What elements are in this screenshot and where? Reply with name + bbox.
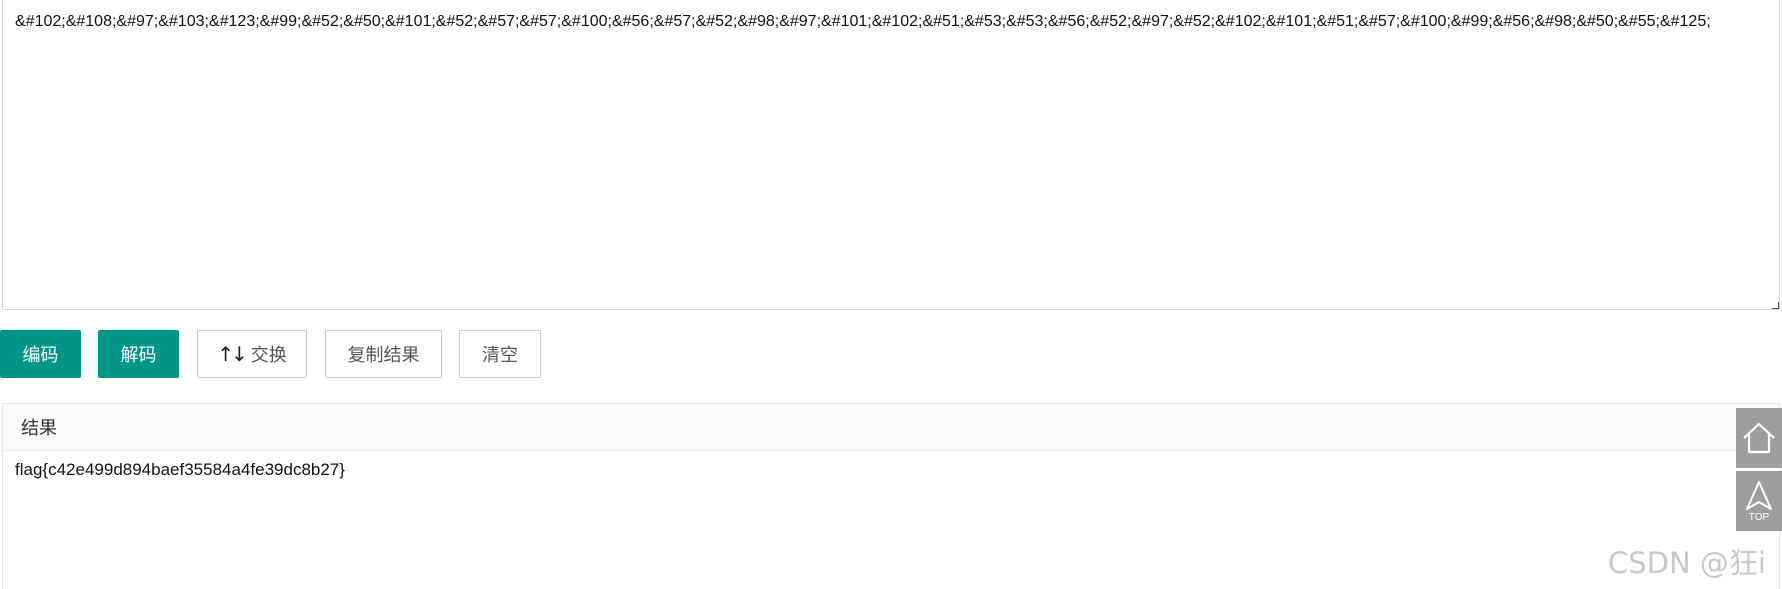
back-to-top-icon: TOP xyxy=(1746,481,1772,523)
swap-arrows-icon: ↑↓ xyxy=(217,342,247,366)
clear-button[interactable]: 清空 xyxy=(459,330,541,378)
side-tools: TOP xyxy=(1736,408,1782,531)
result-header: 结果 xyxy=(3,404,1779,451)
encode-button-label: 编码 xyxy=(22,345,59,365)
decode-button[interactable]: 解码 xyxy=(98,330,179,378)
swap-button[interactable]: ↑↓ 交换 xyxy=(197,330,307,378)
encode-button[interactable]: 编码 xyxy=(0,330,81,378)
watermark: CSDN @狂i xyxy=(1608,546,1766,580)
page: &#102;&#108;&#97;&#103;&#123;&#99;&#52;&… xyxy=(0,0,1782,589)
result-text: flag{c42e499d894baef35584a4fe39dc8b27} xyxy=(15,460,345,479)
home-icon xyxy=(1743,422,1775,454)
back-to-top-button[interactable]: TOP xyxy=(1736,471,1782,531)
swap-button-label: 交换 xyxy=(250,345,287,365)
decode-button-label: 解码 xyxy=(120,345,157,365)
top-label: TOP xyxy=(1749,512,1770,523)
input-textarea[interactable]: &#102;&#108;&#97;&#103;&#123;&#99;&#52;&… xyxy=(2,0,1780,310)
home-button[interactable] xyxy=(1736,408,1782,468)
result-panel: 结果 flag{c42e499d894baef35584a4fe39dc8b27… xyxy=(2,403,1780,589)
resize-handle[interactable] xyxy=(1772,302,1779,309)
copy-result-button[interactable]: 复制结果 xyxy=(325,330,442,378)
clear-button-label: 清空 xyxy=(482,345,518,365)
result-title: 结果 xyxy=(21,418,57,438)
copy-result-button-label: 复制结果 xyxy=(347,345,420,365)
result-body: flag{c42e499d894baef35584a4fe39dc8b27} xyxy=(3,451,1779,489)
toolbar: 编码 解码 ↑↓ 交换 复制结果 清空 xyxy=(0,330,541,378)
input-text: &#102;&#108;&#97;&#103;&#123;&#99;&#52;&… xyxy=(15,13,1711,30)
